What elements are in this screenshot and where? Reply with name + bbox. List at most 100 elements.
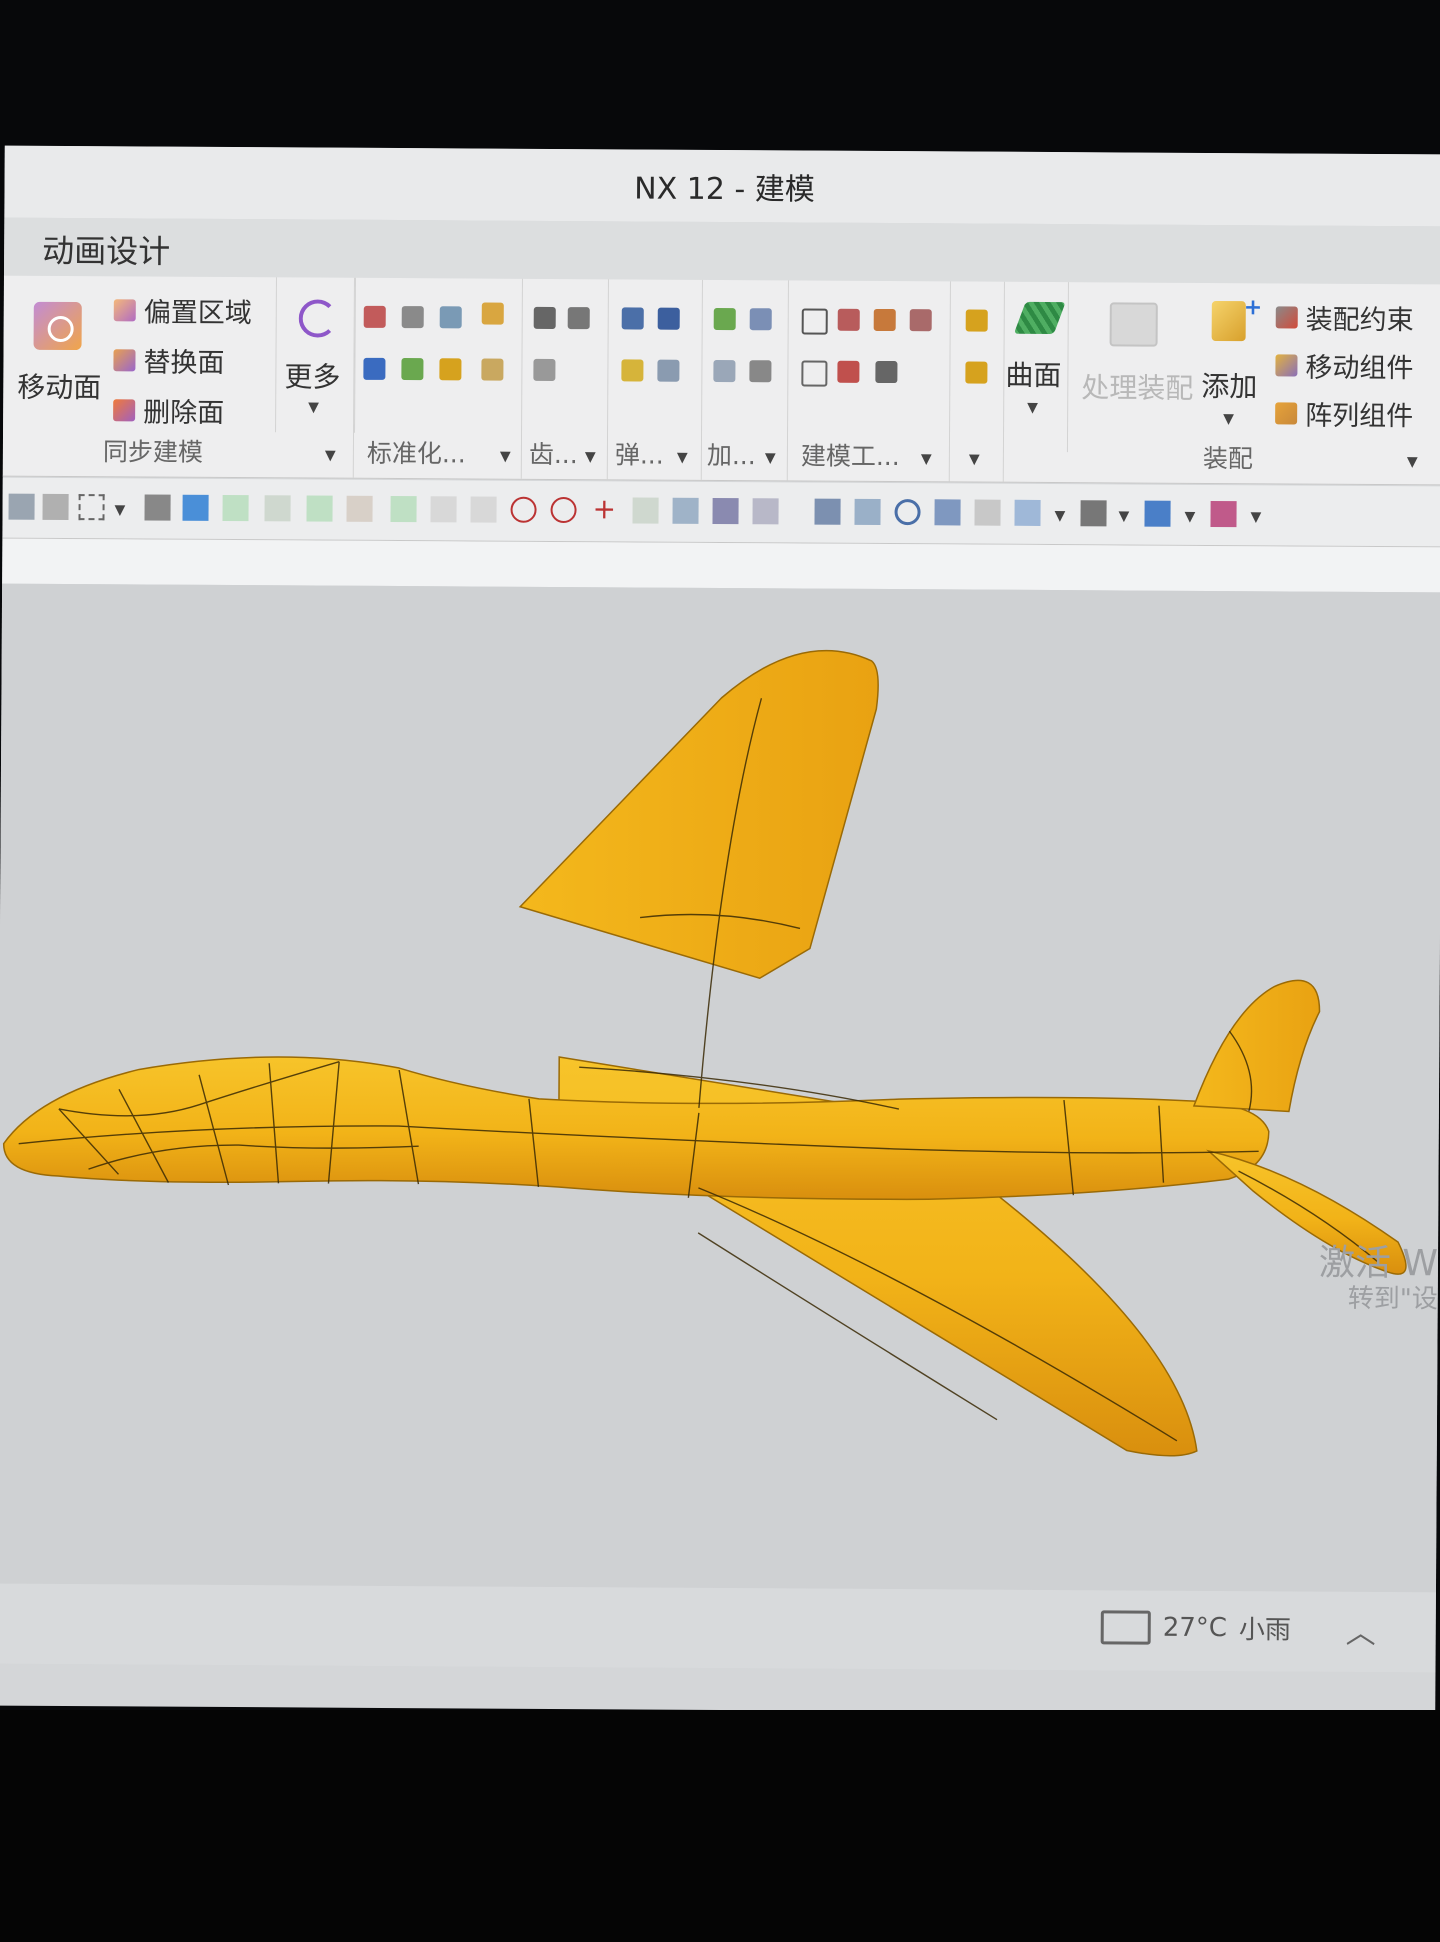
group-label-spring: 弹... (614, 440, 664, 470)
more-label: 更多 (284, 360, 341, 394)
snap-center-icon[interactable] (510, 496, 537, 523)
array-component-button[interactable]: 阵列组件 (1275, 393, 1413, 433)
plus-icon: + (1243, 295, 1263, 321)
snap-intersection-icon[interactable]: + (592, 492, 618, 525)
surface-button[interactable]: 曲面 ▼ (1004, 281, 1069, 453)
snap-perpendicular-icon[interactable] (470, 496, 497, 523)
more-button[interactable]: 更多 ▼ (275, 277, 356, 433)
group-gear: 齿... ▼ (522, 278, 609, 480)
group-extra-dropdown-icon[interactable]: ▼ (969, 452, 980, 468)
snap-wave-icon[interactable] (430, 496, 457, 523)
tool-g-icon[interactable] (875, 360, 898, 384)
snap-grid-icon[interactable] (752, 498, 779, 525)
group-gear-dropdown-icon[interactable]: ▼ (585, 449, 596, 465)
array-component-icon (1275, 401, 1298, 425)
delete-face-icon (113, 398, 136, 421)
view-zoom-icon[interactable] (854, 498, 881, 525)
replace-face-button[interactable]: 替换面 (113, 340, 225, 380)
view-pan-icon[interactable] (934, 499, 961, 526)
process-assembly-button[interactable]: 处理装配 (1081, 292, 1202, 413)
extra-a-icon[interactable] (965, 309, 988, 332)
weather-widget[interactable]: 27°C 小雨 (1100, 1608, 1291, 1646)
view-rotate-icon[interactable] (894, 499, 921, 526)
move-face-button[interactable]: 移动面 (13, 296, 109, 417)
view-layers-icon[interactable] (974, 499, 1001, 526)
section-view-icon[interactable] (1210, 500, 1237, 528)
gear-a-icon[interactable] (533, 306, 556, 329)
spring-b-icon[interactable] (657, 307, 680, 330)
tab-animation-design[interactable]: 动画设计 (42, 226, 170, 273)
group-add-dropdown-icon[interactable]: ▼ (765, 450, 776, 466)
triangle-icon[interactable] (801, 308, 828, 335)
graphics-window[interactable] (0, 583, 1440, 1593)
surface-dropdown-icon: ▼ (1027, 399, 1039, 416)
tab-bar: 动画设计 (3, 217, 1440, 285)
snap-curve-icon[interactable] (346, 495, 373, 522)
group-label-standardize: 标准化... (366, 438, 466, 469)
select-filter-icon[interactable] (42, 493, 69, 521)
group-spring-dropdown-icon[interactable]: ▼ (677, 450, 688, 466)
box-select-icon[interactable] (78, 494, 105, 521)
orient-view-dropdown-icon[interactable]: ▼ (1184, 509, 1195, 525)
chevron-up-icon[interactable]: ︿ (1346, 1608, 1376, 1652)
gear-b-icon[interactable] (567, 307, 590, 330)
tool-e-icon[interactable] (801, 360, 828, 387)
standard-leaf-icon[interactable] (401, 358, 424, 381)
spring-d-icon[interactable] (657, 359, 680, 382)
tool-d-icon[interactable] (909, 309, 932, 332)
assembly-constraint-button[interactable]: 装配约束 (1275, 297, 1414, 337)
tool-b-icon[interactable] (837, 308, 860, 331)
surface-label: 曲面 (1005, 358, 1062, 393)
snap-line-icon[interactable] (632, 497, 659, 524)
delete-face-button[interactable]: 删除面 (113, 390, 224, 430)
group-label-assembly: 装配 (1202, 443, 1253, 474)
standard-part-icon[interactable] (363, 305, 386, 328)
box-select-dropdown-icon[interactable]: ▼ (115, 502, 126, 518)
snap-spline-icon[interactable] (390, 495, 417, 523)
offset-region-button[interactable]: 偏置区域 (113, 290, 252, 330)
add-c-icon[interactable] (713, 359, 736, 383)
solid-view-icon[interactable] (144, 494, 171, 521)
tail-fin-upper (1192, 979, 1321, 1113)
snap-midpoint-icon[interactable] (306, 495, 333, 522)
snap-point-icon[interactable] (222, 494, 249, 522)
render-style-dropdown-icon[interactable]: ▼ (1118, 508, 1129, 524)
standard-box-icon[interactable] (481, 358, 504, 381)
group-modeling-tools-dropdown-icon[interactable]: ▼ (921, 451, 932, 467)
add-d-icon[interactable] (749, 360, 772, 383)
tool-c-icon[interactable] (873, 308, 896, 332)
standard-grid-icon[interactable] (439, 306, 462, 329)
spring-a-icon[interactable] (621, 307, 644, 330)
orient-view-icon[interactable] (1144, 500, 1171, 527)
spring-c-icon[interactable] (621, 359, 644, 382)
standard-brush-icon[interactable] (481, 302, 504, 325)
section-view-dropdown-icon[interactable]: ▼ (1250, 509, 1261, 525)
gear-c-icon[interactable] (533, 358, 556, 381)
snap-face-icon[interactable] (672, 497, 699, 524)
view-layout-icon[interactable] (1014, 499, 1041, 526)
extra-b-icon[interactable] (965, 361, 988, 384)
add-component-dropdown-icon: ▼ (1223, 411, 1234, 428)
snap-endpoint-icon[interactable] (264, 495, 291, 522)
standard-flag-icon[interactable] (439, 358, 462, 381)
group-standardize-dropdown-icon[interactable]: ▼ (500, 449, 511, 465)
snap-solid-icon[interactable] (712, 497, 739, 525)
group-sync-modeling-dropdown-icon[interactable]: ▼ (325, 448, 336, 464)
add-a-icon[interactable] (713, 307, 736, 331)
upper-wing (518, 649, 879, 980)
select-arrow-icon[interactable] (8, 493, 35, 520)
standard-stack-icon[interactable] (401, 306, 424, 329)
view-fit-icon[interactable] (814, 498, 841, 525)
render-style-icon[interactable] (1080, 500, 1107, 527)
add-b-icon[interactable] (749, 308, 772, 331)
nx-window: NX 12 - 建模 动画设计 移动面 偏置区域 替换面 删除面 同步建模 ▼ … (0, 145, 1440, 1715)
standard-arrow-icon[interactable] (363, 357, 386, 380)
add-component-icon (1211, 300, 1246, 342)
move-component-button[interactable]: 移动组件 (1275, 345, 1414, 385)
group-assembly-dropdown-icon[interactable]: ▼ (1407, 454, 1418, 470)
snap-circle-icon[interactable] (550, 496, 577, 524)
view-layout-dropdown-icon[interactable]: ▼ (1054, 508, 1065, 524)
tool-f-icon[interactable] (837, 360, 860, 383)
add-component-button[interactable]: + 添加 ▼ (1199, 293, 1266, 443)
shaded-cube-icon[interactable] (182, 494, 209, 521)
